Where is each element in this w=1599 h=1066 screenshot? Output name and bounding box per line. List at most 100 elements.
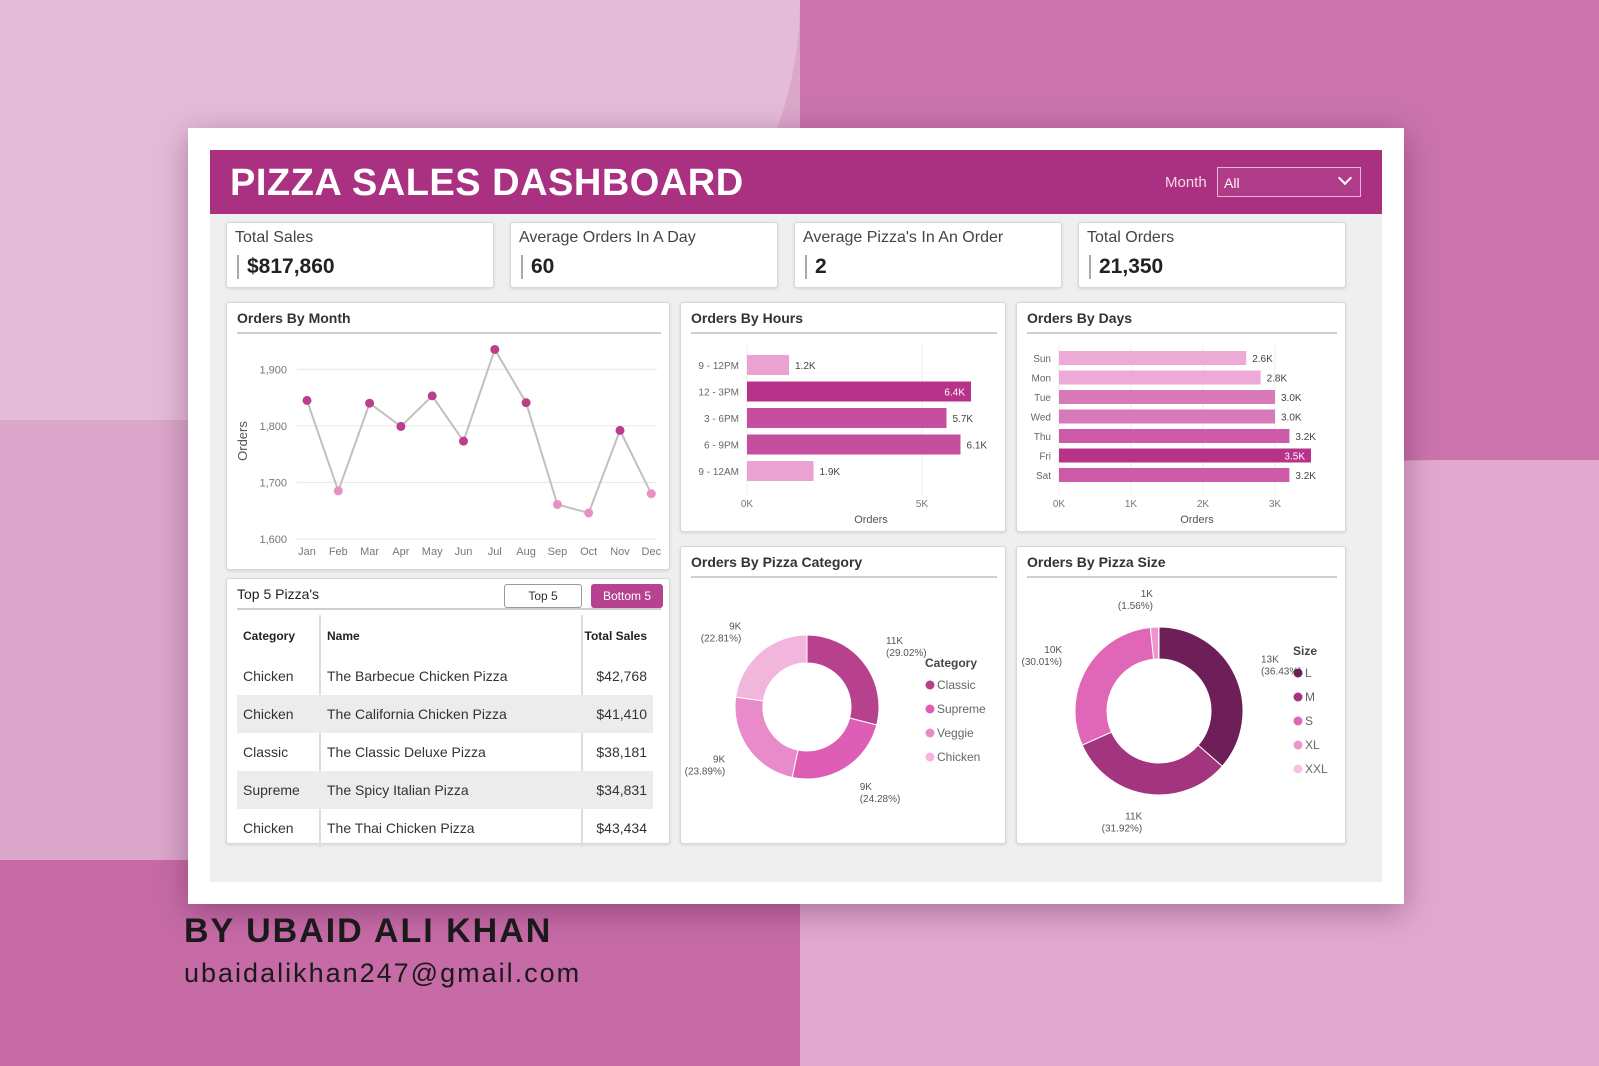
kpi-value: $817,860 [247, 255, 335, 278]
legend-marker [1293, 764, 1303, 774]
legend-label: L [1305, 666, 1312, 680]
category-label: Tue [1034, 393, 1051, 404]
kpi-accent [237, 255, 239, 279]
category-label: 6 - 9PM [704, 441, 739, 452]
data-label: 1.9K [820, 467, 841, 478]
data-point [302, 395, 312, 405]
legend-marker [925, 680, 935, 690]
cell-category: Chicken [243, 668, 294, 684]
y-tick-label: 1,600 [259, 534, 287, 546]
bar [747, 355, 789, 375]
legend-label: S [1305, 714, 1313, 728]
donut-slice [1074, 626, 1155, 746]
kpi-label: Average Pizza's In An Order [803, 229, 1004, 246]
category-label: Sun [1033, 354, 1051, 365]
kpi-accent [805, 255, 807, 279]
cell-category: Supreme [243, 782, 300, 798]
column-header-total-sales[interactable]: Total Sales [585, 629, 647, 643]
data-point [490, 344, 500, 354]
kpi-value: 60 [531, 255, 555, 278]
column-header-category[interactable]: Category [243, 629, 295, 643]
data-point [584, 508, 594, 518]
slice-label: 10K [1044, 645, 1062, 656]
bar [747, 408, 947, 428]
x-tick-label: Jul [488, 546, 502, 558]
x-tick-label: Oct [580, 546, 597, 558]
slice-percent: (1.56%) [1118, 601, 1153, 612]
data-label: 6.1K [967, 441, 988, 452]
slice-label: 11K [886, 636, 903, 647]
cell-name: The California Chicken Pizza [327, 706, 507, 722]
kpi-value: 2 [815, 255, 827, 278]
data-label: 3.5K [1284, 452, 1305, 463]
legend-marker [1293, 668, 1303, 678]
table-row: Classic The Classic Deluxe Pizza $38,181 [237, 733, 653, 771]
legend-label: XXL [1305, 762, 1328, 776]
header-bar: PIZZA SALES DASHBOARD Month All [210, 150, 1382, 214]
cell-total-sales: $43,434 [596, 820, 647, 836]
cell-name: The Thai Chicken Pizza [327, 820, 475, 836]
table-header: Category Name Total Sales [237, 615, 653, 657]
slice-percent: (23.89%) [685, 767, 726, 778]
slice-label: 9K [729, 622, 742, 633]
x-tick-label: Jun [455, 546, 473, 558]
cell-name: The Spicy Italian Pizza [327, 782, 469, 798]
page-title: PIZZA SALES DASHBOARD [230, 162, 744, 204]
kpi-label: Total Sales [235, 229, 314, 246]
category-label: 9 - 12PM [698, 361, 739, 372]
data-point [396, 421, 406, 431]
y-tick-label: 1,800 [259, 421, 287, 433]
x-tick-label: 3K [1269, 499, 1282, 510]
slice-label: 1K [1141, 589, 1154, 600]
chevron-down-icon [1337, 170, 1353, 186]
legend-marker [925, 704, 935, 714]
category-label: Mon [1032, 374, 1051, 385]
legend-title: Category [925, 656, 977, 670]
orders-by-hours-panel: Orders By Hours 0K 5K Orders 9 - 12PM 1.2K 12… [680, 302, 1006, 532]
month-filter-dropdown[interactable]: All [1217, 167, 1361, 197]
orders-by-category-panel: Orders By Pizza Category 11K (29.02%) 9K (2… [680, 546, 1006, 844]
panel-title: Top 5 Pizza's [237, 586, 320, 602]
cell-total-sales: $42,768 [596, 668, 647, 684]
y-axis-label: Orders [235, 421, 250, 461]
y-tick-label: 1,900 [259, 364, 287, 376]
category-label: Thu [1034, 432, 1051, 443]
category-label: Wed [1031, 413, 1051, 424]
cell-total-sales: $41,410 [596, 706, 647, 722]
bar [1059, 448, 1311, 463]
slice-percent: (24.28%) [860, 794, 901, 805]
top-5-toggle[interactable]: Top 5 [504, 584, 582, 608]
kpi-card-avg-pizzas-order: Average Pizza's In An Order 2 [794, 222, 1062, 288]
slice-percent: (22.81%) [701, 634, 742, 645]
top-pizzas-table: Category Name Total Sales Chicken The Ba… [237, 615, 653, 847]
kpi-label: Average Orders In A Day [519, 229, 696, 246]
x-tick-label: Jan [298, 546, 316, 558]
x-tick-label: May [422, 546, 443, 558]
data-label: 2.8K [1267, 374, 1288, 385]
legend-title: Size [1293, 644, 1317, 658]
legend-label: Veggie [937, 726, 974, 740]
donut-slice [735, 634, 808, 702]
legend-label: Supreme [937, 702, 986, 716]
bar [1059, 370, 1261, 385]
month-filter-value: All [1224, 175, 1240, 191]
orders-by-size-chart: 13K(36.43%)11K(31.92%)10K(30.01%)1K(1.56… [1022, 589, 1329, 835]
y-tick-label: 1,700 [259, 477, 287, 489]
bottom-5-toggle[interactable]: Bottom 5 [591, 584, 663, 608]
cell-name: The Barbecue Chicken Pizza [327, 668, 508, 684]
donut-slice [791, 717, 878, 780]
column-header-name[interactable]: Name [327, 629, 360, 643]
author-email: ubaidalikhan247@gmail.com [184, 958, 582, 988]
x-tick-label: Dec [642, 546, 662, 558]
data-label: 5.7K [953, 414, 974, 425]
legend-label: XL [1305, 738, 1320, 752]
legend-marker [1293, 692, 1303, 702]
orders-by-days-panel: Orders By Days 0K 1K 2K 3K Orders Sun 2.6K Mon 2… [1016, 302, 1346, 532]
x-axis-label: Orders [854, 514, 888, 526]
data-point [333, 486, 343, 496]
dashboard-canvas: PIZZA SALES DASHBOARD Month All Total Sa… [210, 150, 1382, 882]
slice-percent: (30.01%) [1022, 657, 1063, 668]
slice-label: 11K [1125, 812, 1142, 823]
donut-slice [734, 696, 799, 779]
data-point [459, 436, 468, 446]
